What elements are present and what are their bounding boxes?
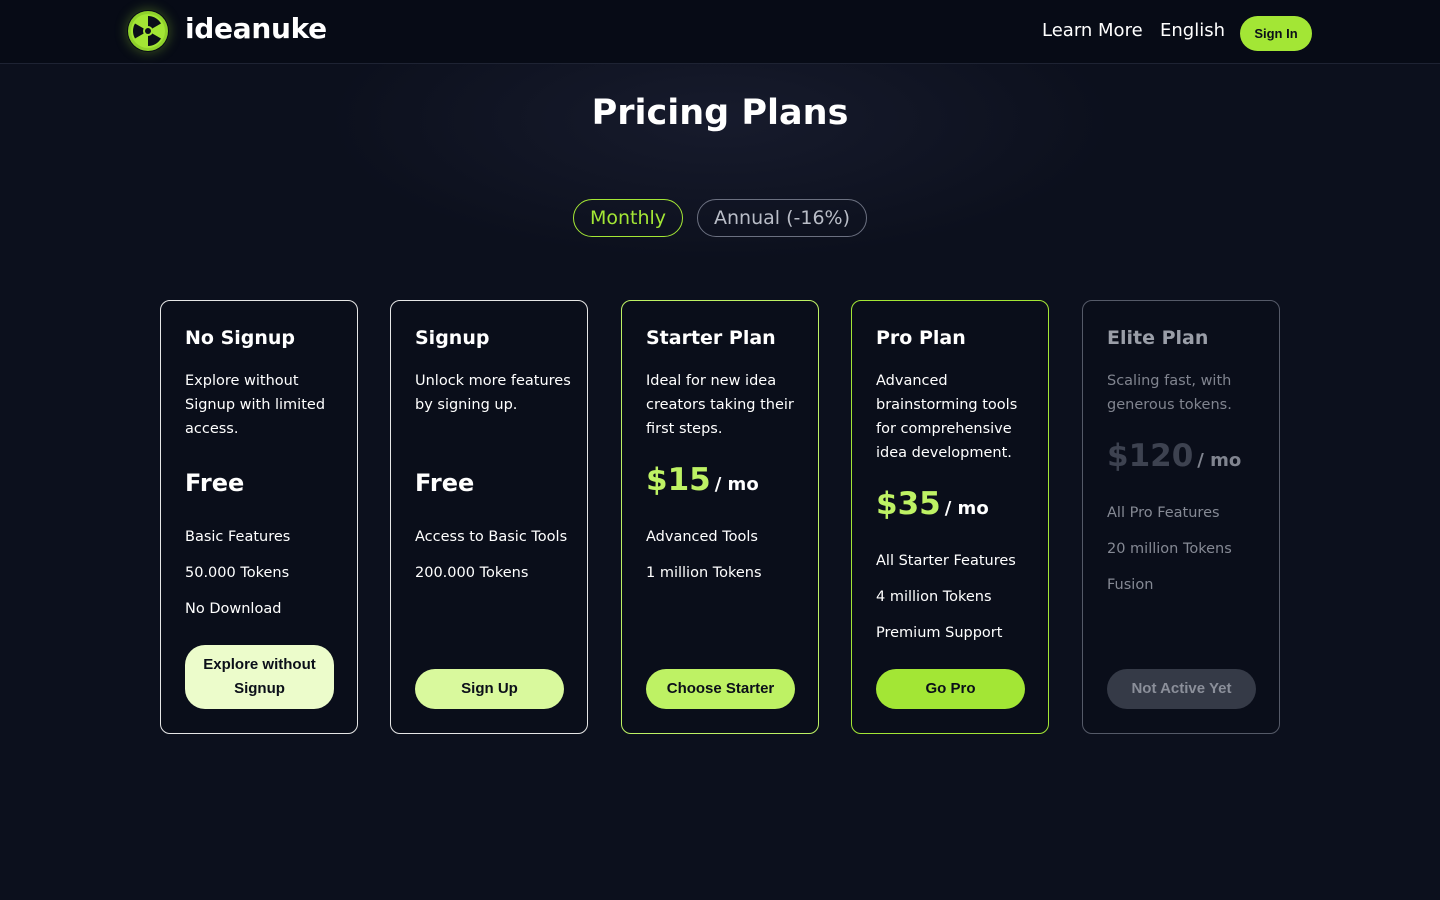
plan-name: Elite Plan [1107, 327, 1209, 349]
plan-feature: 50.000 Tokens [185, 565, 290, 581]
plan-feature: 1 million Tokens [646, 565, 762, 581]
plan-description: Explore without Signup with limited acce… [185, 373, 326, 437]
plan-features: All Pro Features 20 million Tokens Fusio… [1107, 501, 1267, 609]
plan-features: Basic Features 50.000 Tokens No Download [185, 525, 345, 633]
radiation-logo-icon[interactable] [127, 10, 169, 52]
plan-feature: 20 million Tokens [1107, 541, 1232, 557]
plan-feature: Fusion [1107, 577, 1154, 593]
price-amount: $35 [876, 486, 941, 522]
plan-feature: Premium Support [876, 625, 1003, 641]
price-unit: / mo [944, 498, 989, 519]
sign-up-button[interactable]: Sign Up [415, 669, 564, 709]
plan-price: Free [185, 469, 245, 497]
not-active-yet-button: Not Active Yet [1107, 669, 1256, 709]
plan-features: All Starter Features 4 million Tokens Pr… [876, 549, 1036, 657]
plan-price: $35/ mo [876, 486, 989, 522]
language-selector[interactable]: English [1160, 20, 1225, 41]
plan-name: Pro Plan [876, 327, 966, 349]
plan-feature: All Starter Features [876, 553, 1016, 569]
plan-feature: 4 million Tokens [876, 589, 992, 605]
plan-feature: Basic Features [185, 529, 291, 545]
price-unit: / mo [1197, 450, 1242, 471]
price-amount: $15 [646, 462, 711, 498]
plan-name: Starter Plan [646, 327, 776, 349]
price-unit: / mo [714, 474, 759, 495]
plan-feature: Access to Basic Tools [415, 529, 568, 545]
plan-features: Advanced Tools 1 million Tokens [646, 525, 806, 597]
plan-description: Ideal for new idea creators taking their… [646, 373, 794, 437]
plan-card-signup: Signup Unlock more features by signing u… [390, 300, 588, 734]
nav-learn-more-link[interactable]: Learn More [1042, 20, 1143, 41]
top-navbar: ideanuke Learn More English Sign In [0, 0, 1440, 64]
plan-price: Free [415, 469, 475, 497]
plan-description: Unlock more features by signing up. [415, 373, 571, 413]
go-pro-button[interactable]: Go Pro [876, 669, 1025, 709]
plan-description: Scaling fast, with generous tokens. [1107, 373, 1232, 413]
explore-without-signup-button[interactable]: Explore without Signup [185, 645, 334, 709]
plan-card-pro: Pro Plan Advanced brainstorming tools fo… [851, 300, 1049, 734]
plan-price: $15/ mo [646, 462, 759, 498]
plan-card-elite: Elite Plan Scaling fast, with generous t… [1082, 300, 1280, 734]
plan-feature: All Pro Features [1107, 505, 1220, 521]
plan-feature: 200.000 Tokens [415, 565, 529, 581]
plan-features: Access to Basic Tools 200.000 Tokens [415, 525, 575, 597]
plan-name: Signup [415, 327, 490, 349]
sign-in-button[interactable]: Sign In [1240, 16, 1312, 51]
billing-toggle-monthly[interactable]: Monthly [573, 199, 683, 237]
brand-name[interactable]: ideanuke [185, 12, 327, 45]
plan-price: $120/ mo [1107, 438, 1241, 474]
plan-description: Advanced brainstorming tools for compreh… [876, 373, 1018, 461]
plan-card-no-signup: No Signup Explore without Signup with li… [160, 300, 358, 734]
billing-toggle-annual[interactable]: Annual (-16%) [697, 199, 867, 237]
plan-feature: Advanced Tools [646, 529, 758, 545]
choose-starter-button[interactable]: Choose Starter [646, 669, 795, 709]
plan-card-starter: Starter Plan Ideal for new idea creators… [621, 300, 819, 734]
plan-feature: No Download [185, 601, 282, 617]
plan-name: No Signup [185, 327, 296, 349]
price-amount: $120 [1107, 438, 1194, 474]
page-title: Pricing Plans [591, 93, 849, 133]
